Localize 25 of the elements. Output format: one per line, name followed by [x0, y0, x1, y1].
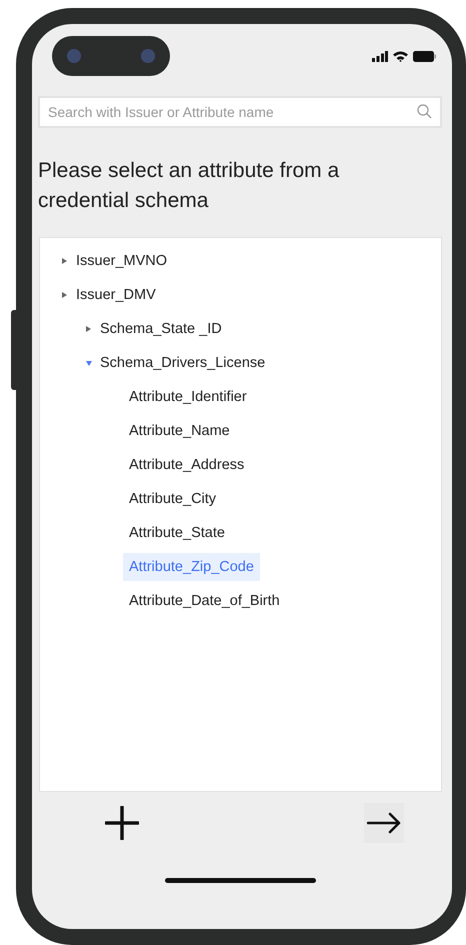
search-icon[interactable] [417, 104, 432, 119]
tree-node[interactable]: Schema_State _ID [100, 321, 222, 337]
tree-node[interactable]: Issuer_MVNO [76, 253, 168, 269]
collapsed-icon[interactable] [62, 292, 67, 298]
signal-icon [372, 50, 388, 62]
next-button[interactable] [364, 803, 404, 843]
collapsed-icon[interactable] [62, 258, 67, 264]
tree-leaf[interactable]: Attribute_Zip_Code [123, 553, 260, 581]
search-field[interactable]: Search with Issuer or Attribute name [38, 96, 442, 128]
collapsed-icon[interactable] [86, 326, 91, 332]
tree-leaf[interactable]: Attribute_Date_of_Birth [123, 587, 286, 615]
tree-leaf[interactable]: Attribute_Address [123, 451, 250, 479]
tree-node[interactable]: Issuer_DMV [76, 287, 156, 303]
tree-node[interactable]: Schema_Drivers_License [100, 355, 266, 371]
plus-icon [105, 806, 139, 840]
expanded-icon[interactable] [86, 360, 92, 366]
wifi-icon [393, 50, 408, 62]
tree-leaf[interactable]: Attribute_State [123, 519, 231, 547]
arrow-icon [367, 812, 401, 834]
tree-leaf[interactable]: Attribute_Identifier [123, 383, 253, 411]
tree-leaf[interactable]: Attribute_City [123, 485, 222, 513]
add-button[interactable] [102, 803, 142, 843]
tree-leaf[interactable]: Attribute_Name [123, 417, 236, 445]
heading: Please select an attribute from a credential schema [38, 158, 340, 214]
battery-icon [413, 50, 436, 62]
